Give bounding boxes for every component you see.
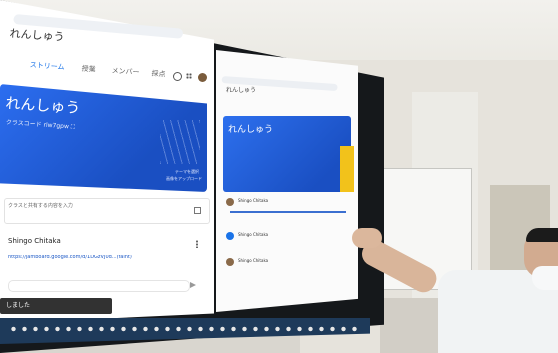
post-author: Shingo Chitaka	[238, 198, 269, 203]
right-banner-title: れんしゅう	[228, 125, 274, 135]
post-link[interactable]	[230, 211, 346, 213]
taskbar-icons	[8, 324, 358, 334]
banner-illustration	[160, 120, 200, 164]
post-link[interactable]: https://jamboard.google.com/d/1DGzVJ0d..…	[8, 255, 184, 260]
tab-stream[interactable]: ストリーム	[30, 61, 65, 71]
repost-icon[interactable]	[194, 207, 201, 214]
left-class-title: れんしゅう	[9, 27, 65, 44]
presenter-hair	[526, 228, 558, 242]
share-prompt: クラスと共有する内容を入力	[8, 203, 73, 209]
face-mask	[532, 266, 558, 290]
banner-accent	[340, 146, 354, 192]
photo-scene: れんしゅう ストリーム 授業 メンバー 採点 れんしゅう クラスコード rlw7…	[0, 0, 558, 353]
right-post-3: Shingo Chitaka	[226, 258, 348, 272]
tab-people[interactable]: メンバー	[111, 67, 139, 77]
post-more-icon[interactable]	[196, 240, 198, 248]
avatar[interactable]	[198, 73, 207, 82]
comment-box[interactable]	[8, 280, 190, 292]
avatar	[226, 198, 234, 206]
avatar	[226, 258, 234, 266]
snackbar-text: しました	[6, 302, 31, 309]
settings-icon[interactable]	[173, 72, 182, 81]
post-author: Shingo Chitaka	[238, 258, 269, 263]
apps-grid-icon[interactable]	[186, 73, 192, 79]
select-theme-link[interactable]: テーマを選択	[175, 170, 199, 174]
presenter-hand	[352, 228, 382, 248]
send-icon[interactable]	[190, 282, 196, 288]
tab-grades[interactable]: 採点	[151, 70, 166, 79]
share-card[interactable]	[4, 198, 210, 224]
right-post-1: Shingo Chitaka	[226, 198, 348, 218]
tab-classwork[interactable]: 授業	[81, 65, 96, 74]
right-post-2: Shingo Chitaka	[226, 232, 348, 246]
upload-image-link[interactable]: 画像をアップロード	[166, 177, 202, 181]
post-author: Shingo Chitaka	[238, 232, 269, 237]
post-author: Shingo Chitaka	[8, 237, 61, 245]
assignment-icon	[226, 232, 234, 240]
right-class-title-header: れんしゅう	[226, 87, 257, 94]
